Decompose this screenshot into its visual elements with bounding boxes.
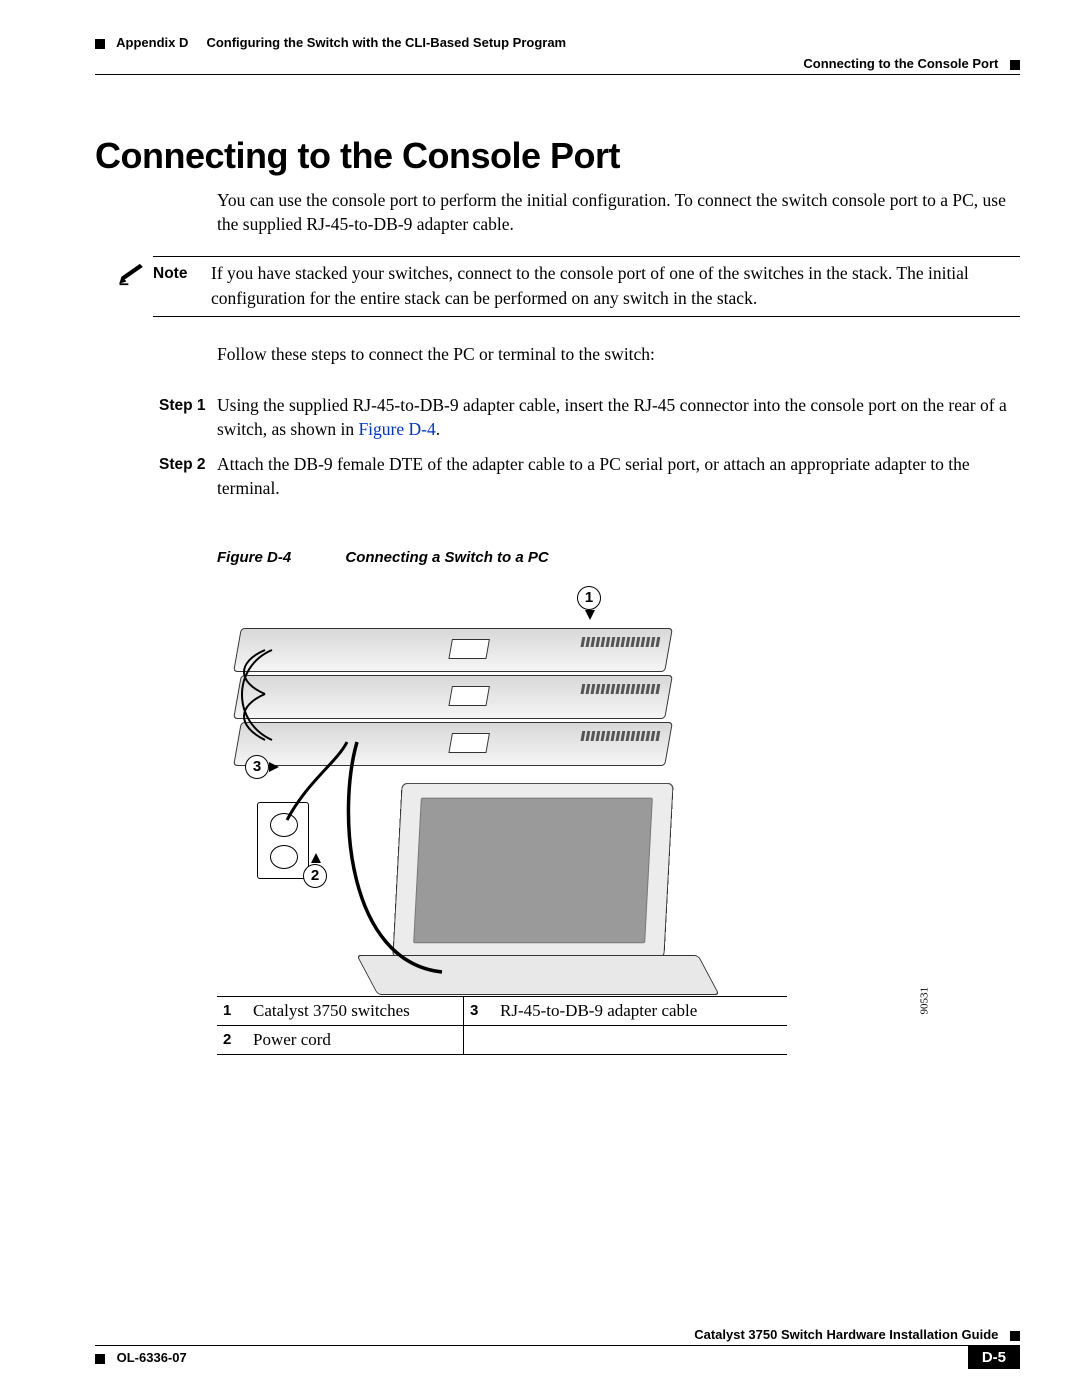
page-number: D-5 bbox=[968, 1346, 1020, 1369]
figure-caption: Figure D-4 Connecting a Switch to a PC bbox=[217, 549, 1020, 566]
intro-paragraph: You can use the console port to perform … bbox=[217, 189, 1020, 236]
note-icon bbox=[95, 256, 145, 291]
page-title: Connecting to the Console Port bbox=[95, 135, 1020, 177]
legend-text: Power cord bbox=[247, 1025, 464, 1054]
step-label: Step 1 bbox=[159, 393, 217, 442]
table-row: 2 Power cord bbox=[217, 1025, 787, 1054]
note-label: Note bbox=[153, 261, 211, 310]
running-header: Appendix D Configuring the Switch with t… bbox=[95, 35, 1020, 75]
header-bullet-icon bbox=[95, 39, 105, 49]
step-label: Step 2 bbox=[159, 452, 217, 501]
step-text: Using the supplied RJ-45-to-DB-9 adapter… bbox=[217, 393, 1020, 442]
legend-text: RJ-45-to-DB-9 adapter cable bbox=[494, 996, 787, 1025]
footer-guide-title: Catalyst 3750 Switch Hardware Installati… bbox=[694, 1327, 998, 1342]
step-text: Attach the DB-9 female DTE of the adapte… bbox=[217, 452, 1020, 501]
footer-bullet-icon bbox=[1010, 1331, 1020, 1341]
figure-reference-link[interactable]: Figure D-4 bbox=[358, 419, 435, 439]
legend-num: 3 bbox=[464, 996, 495, 1025]
lead-in-text: Follow these steps to connect the PC or … bbox=[217, 343, 1020, 367]
legend-num: 2 bbox=[217, 1025, 247, 1054]
figure-image-id: 90531 bbox=[918, 987, 930, 1015]
note-text: If you have stacked your switches, conne… bbox=[211, 261, 1020, 310]
figure-illustration: 1 3 2 bbox=[217, 582, 1020, 992]
header-bullet-icon bbox=[1010, 60, 1020, 70]
step-2-row: Step 2 Attach the DB-9 female DTE of the… bbox=[159, 452, 1020, 501]
legend-text: Catalyst 3750 switches bbox=[247, 996, 464, 1025]
header-appendix: Appendix D bbox=[116, 35, 188, 50]
figure-legend-table: 1 Catalyst 3750 switches 3 RJ-45-to-DB-9… bbox=[217, 996, 787, 1055]
header-section: Connecting to the Console Port bbox=[803, 56, 998, 71]
footer-doc-number: OL-6336-07 bbox=[117, 1350, 187, 1365]
note-block: Note If you have stacked your switches, … bbox=[95, 256, 1020, 317]
page-footer: Catalyst 3750 Switch Hardware Installati… bbox=[95, 1327, 1020, 1369]
legend-num: 1 bbox=[217, 996, 247, 1025]
footer-bullet-icon bbox=[95, 1354, 105, 1364]
step-1-row: Step 1 Using the supplied RJ-45-to-DB-9 … bbox=[159, 393, 1020, 442]
figure-number: Figure D-4 bbox=[217, 549, 291, 566]
figure-title: Connecting a Switch to a PC bbox=[345, 549, 548, 566]
table-row: 1 Catalyst 3750 switches 3 RJ-45-to-DB-9… bbox=[217, 996, 787, 1025]
header-chapter: Configuring the Switch with the CLI-Base… bbox=[206, 35, 566, 50]
